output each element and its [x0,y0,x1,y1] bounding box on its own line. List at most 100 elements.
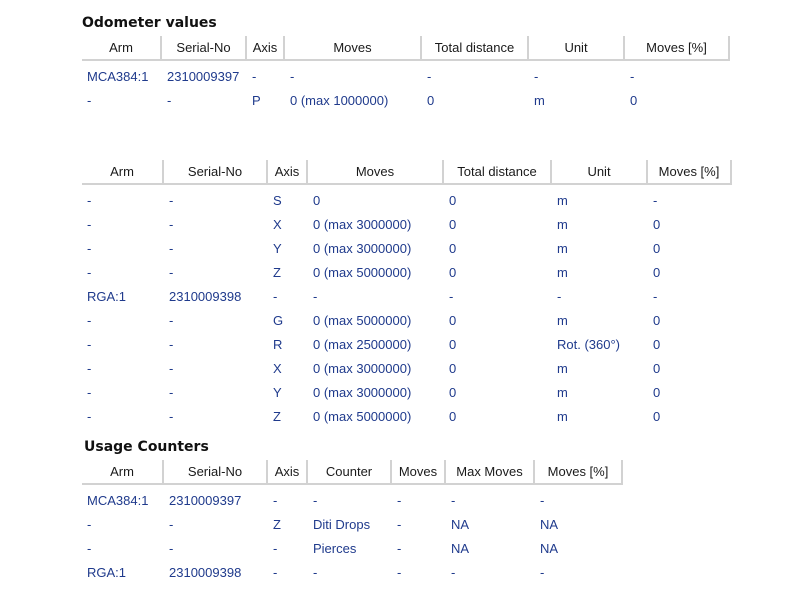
cell-moves-percent: 0 [653,336,661,352]
cell-unit: m [557,360,568,376]
cell-moves-percent: NA [540,540,559,556]
cell-arm: RGA:1 [87,288,127,304]
cell-moves-percent: - [653,192,658,208]
cell-moves: - [397,492,402,508]
table-row: - - R 0 (max 2500000) 0 Rot. (360°) 0 [82,332,732,356]
table-row: MCA384:1 2310009397 - - - - - [82,61,730,88]
cell-moves: 0 (max 1000000) [290,92,389,108]
cell-arm: - [87,384,92,400]
col-header-arm[interactable]: Arm [82,36,162,61]
col-header-moves[interactable]: Moves [285,36,422,61]
odometer-section-title: Odometer values [82,15,217,31]
cell-axis: - [273,492,278,508]
col-header-unit[interactable]: Unit [552,160,648,185]
cell-unit: m [557,264,568,280]
cell-total-distance: 0 [449,216,457,232]
cell-serial-no: - [169,540,174,556]
cell-serial-no: 2310009398 [169,564,242,580]
cell-serial-no: 2310009398 [169,288,242,304]
table-row: - - X 0 (max 3000000) 0 m 0 [82,356,732,380]
cell-arm: - [87,312,92,328]
col-header-serial-no[interactable]: Serial-No [164,160,268,185]
cell-axis: - [273,288,278,304]
usage-header-row: Arm Serial-No Axis Counter Moves Max Mov… [82,460,623,485]
cell-arm: - [87,264,92,280]
col-header-axis[interactable]: Axis [247,36,285,61]
col-header-serial-no[interactable]: Serial-No [162,36,247,61]
cell-moves: - [290,68,295,84]
table-row: MCA384:1 2310009397 - - - - - [82,485,623,512]
cell-max-moves: NA [451,516,470,532]
cell-moves-percent: - [630,68,635,84]
cell-serial-no: 2310009397 [169,492,242,508]
cell-total-distance: - [449,288,454,304]
cell-axis: S [273,192,282,208]
table-row: - - Y 0 (max 3000000) 0 m 0 [82,380,732,404]
col-header-arm[interactable]: Arm [82,460,164,485]
cell-moves-percent: - [540,492,545,508]
cell-arm: - [87,192,92,208]
cell-unit: - [534,68,539,84]
table-row: - - X 0 (max 3000000) 0 m 0 [82,212,732,236]
col-header-moves-percent[interactable]: Moves [%] [625,36,730,61]
col-header-axis[interactable]: Axis [268,160,308,185]
cell-arm: MCA384:1 [87,68,149,84]
cell-moves: - [397,516,402,532]
cell-counter: Diti Drops [313,516,371,532]
cell-total-distance: 0 [449,192,457,208]
cell-arm: - [87,216,92,232]
cell-moves: 0 (max 3000000) [313,360,412,376]
table-row: RGA:1 2310009398 - - - - - [82,284,732,308]
cell-moves: 0 (max 3000000) [313,216,412,232]
odometer-header-row: Arm Serial-No Axis Moves Total distance … [82,36,730,61]
col-header-unit[interactable]: Unit [529,36,625,61]
cell-serial-no: - [167,92,172,108]
col-header-axis[interactable]: Axis [268,460,308,485]
table-row: - - Z 0 (max 5000000) 0 m 0 [82,260,732,284]
cell-moves-percent: 0 [653,264,661,280]
cell-moves: 0 (max 5000000) [313,312,412,328]
col-header-moves[interactable]: Moves [308,160,444,185]
table-row: - - Z Diti Drops - NA NA [82,512,623,536]
col-header-arm[interactable]: Arm [82,160,164,185]
table-row: - - Y 0 (max 3000000) 0 m 0 [82,236,732,260]
cell-axis: Y [273,240,282,256]
cell-total-distance: 0 [449,240,457,256]
cell-serial-no: - [169,240,174,256]
col-header-moves[interactable]: Moves [392,460,446,485]
table-row: RGA:1 2310009398 - - - - - [82,560,623,584]
cell-arm: - [87,336,92,352]
col-header-total-distance[interactable]: Total distance [444,160,552,185]
cell-arm: - [87,360,92,376]
col-header-moves-percent[interactable]: Moves [%] [535,460,623,485]
cell-unit: m [534,92,545,108]
col-header-total-distance[interactable]: Total distance [422,36,529,61]
cell-axis: X [273,216,282,232]
cell-total-distance: - [427,68,432,84]
col-header-max-moves[interactable]: Max Moves [446,460,535,485]
cell-unit: - [557,288,562,304]
col-header-serial-no[interactable]: Serial-No [164,460,268,485]
cell-axis: G [273,312,284,328]
cell-serial-no: 2310009397 [167,68,240,84]
cell-total-distance: 0 [427,92,435,108]
cell-moves: - [397,564,402,580]
cell-axis: Y [273,384,282,400]
cell-unit: Rot. (360°) [557,336,621,352]
cell-moves: - [313,288,318,304]
cell-moves: 0 (max 2500000) [313,336,412,352]
cell-moves-percent: NA [540,516,559,532]
cell-total-distance: 0 [449,360,457,376]
col-header-counter[interactable]: Counter [308,460,392,485]
cell-max-moves: NA [451,540,470,556]
table-row: - - Z 0 (max 5000000) 0 m 0 [82,404,732,428]
cell-moves-percent: 0 [653,312,661,328]
cell-unit: m [557,192,568,208]
cell-moves-percent: 0 [653,216,661,232]
cell-axis: Z [273,408,281,424]
cell-unit: m [557,384,568,400]
table-row: - - P 0 (max 1000000) 0 m 0 [82,88,730,112]
col-header-moves-percent[interactable]: Moves [%] [648,160,732,185]
cell-moves: 0 (max 3000000) [313,240,412,256]
cell-arm: - [87,516,92,532]
